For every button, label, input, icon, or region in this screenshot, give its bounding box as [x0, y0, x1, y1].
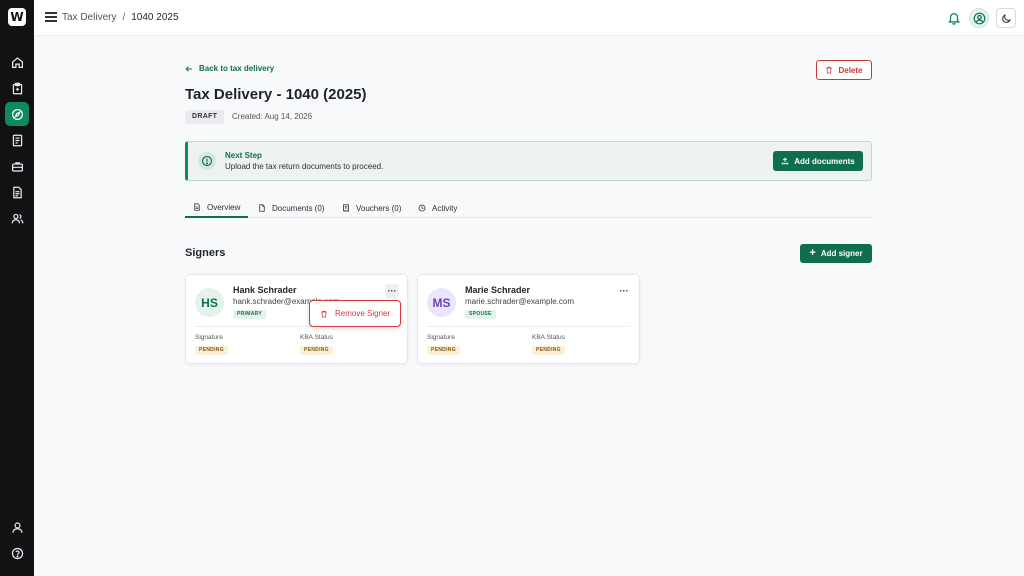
card-divider — [427, 326, 630, 327]
add-signer-button[interactable]: + Add signer — [800, 244, 872, 263]
avatar: HS — [195, 288, 224, 317]
top-bar: Tax Delivery / 1040 2025 — [34, 0, 1024, 36]
next-step-title: Next Step — [225, 151, 262, 160]
remove-signer-menu-item[interactable]: Remove Signer — [320, 309, 390, 318]
clock-icon — [418, 204, 426, 212]
back-link-label: Back to tax delivery — [199, 64, 275, 73]
tab-documents-label: Documents (0) — [272, 203, 325, 213]
next-step-description: Upload the tax return documents to proce… — [225, 162, 384, 171]
signer-email: marie.schrader@example.com — [465, 297, 575, 306]
tab-activity[interactable]: Activity — [410, 198, 465, 218]
sidebar: W — [0, 0, 34, 576]
profile-avatar-button[interactable] — [969, 8, 989, 28]
more-options-button[interactable]: ··· — [385, 284, 399, 298]
signature-label: Signature — [195, 334, 223, 341]
signer-name: Marie Schrader — [465, 285, 531, 295]
tab-vouchers[interactable]: Vouchers (0) — [334, 198, 409, 218]
app-logo[interactable]: W — [8, 8, 26, 26]
document-icon — [194, 203, 200, 211]
breadcrumb-item-tax-delivery[interactable]: Tax Delivery — [62, 12, 116, 23]
logo-letter: W — [10, 10, 24, 24]
signer-card: MS Marie Schrader marie.schrader@example… — [417, 274, 640, 364]
signature-status-badge: PENDING — [195, 346, 228, 355]
next-step-banner: Next Step Upload the tax return document… — [185, 141, 872, 181]
receipt-icon — [343, 204, 349, 212]
file-icon — [259, 204, 265, 212]
tab-overview[interactable]: Overview — [185, 198, 249, 218]
help-icon[interactable] — [5, 541, 29, 565]
users-icon[interactable] — [5, 206, 29, 230]
trash-icon — [321, 310, 327, 317]
theme-toggle-button[interactable] — [996, 8, 1016, 28]
breadcrumb-item-current: 1040 2025 — [131, 12, 179, 23]
bell-icon[interactable] — [947, 11, 961, 25]
arrow-left-icon — [185, 65, 192, 72]
add-documents-label: Add documents — [794, 156, 855, 166]
kba-status-badge: PENDING — [532, 346, 565, 355]
kba-status-badge: PENDING — [300, 346, 333, 355]
tab-documents[interactable]: Documents (0) — [250, 198, 332, 218]
tab-activity-label: Activity — [432, 203, 458, 213]
menu-icon[interactable] — [45, 12, 57, 22]
delete-button[interactable]: Delete — [816, 60, 872, 80]
briefcase-icon[interactable] — [5, 154, 29, 178]
document-list-icon[interactable] — [5, 128, 29, 152]
user-circle-icon — [973, 12, 985, 24]
remove-signer-label: Remove Signer — [335, 309, 391, 318]
signer-name: Hank Schrader — [233, 285, 297, 295]
signers-heading: Signers — [185, 247, 226, 259]
trash-icon — [826, 66, 833, 74]
delete-button-label: Delete — [838, 65, 863, 75]
kba-label: KBA Status — [532, 334, 565, 341]
alert-circle-icon — [198, 152, 216, 170]
home-icon[interactable] — [5, 50, 29, 74]
status-badge: DRAFT — [185, 110, 225, 124]
created-date: Created: Aug 14, 2026 — [232, 112, 313, 121]
user-icon[interactable] — [5, 515, 29, 539]
breadcrumb: Tax Delivery / 1040 2025 — [62, 12, 179, 23]
signer-options-menu: Remove Signer — [309, 300, 401, 327]
clipboard-icon[interactable] — [5, 76, 29, 100]
kba-label: KBA Status — [300, 334, 333, 341]
upload-icon — [782, 157, 789, 165]
signature-label: Signature — [427, 334, 455, 341]
avatar: MS — [427, 288, 456, 317]
add-documents-button[interactable]: Add documents — [773, 151, 863, 171]
compass-icon[interactable] — [5, 102, 29, 126]
page-title: Tax Delivery - 1040 (2025) — [185, 86, 367, 103]
role-badge: SPOUSE — [465, 310, 496, 319]
role-badge: PRIMARY — [233, 310, 266, 319]
tab-overview-label: Overview — [207, 202, 241, 212]
plus-icon: + — [809, 247, 816, 259]
file-text-icon[interactable] — [5, 180, 29, 204]
signature-status-badge: PENDING — [427, 346, 460, 355]
tab-vouchers-label: Vouchers (0) — [356, 203, 402, 213]
moon-icon — [1001, 13, 1011, 23]
tab-bar: Overview Documents (0) Vouchers (0) Acti… — [185, 198, 872, 218]
back-to-tax-delivery-link[interactable]: Back to tax delivery — [185, 64, 274, 73]
breadcrumb-separator: / — [122, 12, 126, 23]
more-options-button[interactable]: ··· — [617, 284, 631, 298]
add-signer-label: Add signer — [820, 249, 863, 258]
